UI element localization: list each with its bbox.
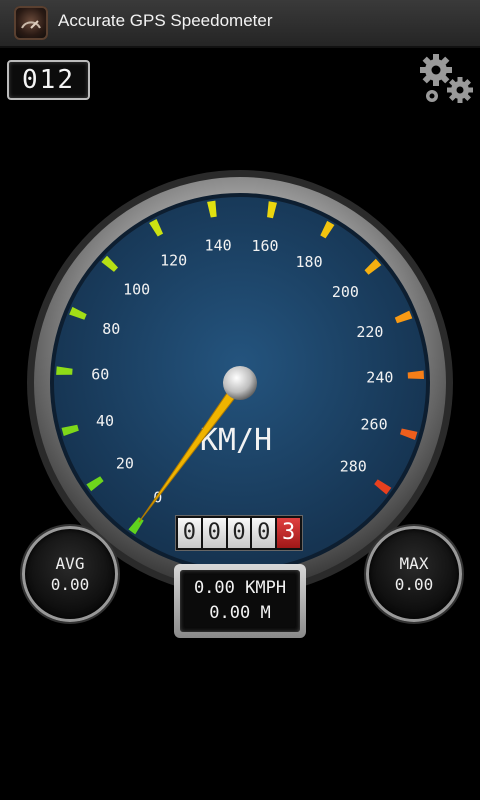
odometer-digit-last: 3 bbox=[277, 518, 300, 548]
current-speed-text: 0.00 KMPH bbox=[193, 578, 287, 598]
satellite-count-value: 012 bbox=[22, 65, 75, 95]
gauge-tick-label: 140 bbox=[205, 237, 232, 255]
gauge-tick-label: 40 bbox=[96, 412, 114, 430]
gears-icon bbox=[420, 54, 473, 103]
gauge-tick-label: 220 bbox=[356, 323, 383, 341]
title-bar: Accurate GPS Speedometer bbox=[0, 0, 480, 48]
needle-hub bbox=[223, 366, 257, 400]
odometer: 0 0 0 0 3 bbox=[175, 515, 303, 551]
gauge-tick-label: 20 bbox=[116, 455, 134, 473]
distance-text: 0.00 M bbox=[209, 603, 271, 623]
app-title: Accurate GPS Speedometer bbox=[58, 11, 273, 30]
odometer-digit: 0 bbox=[178, 518, 201, 548]
max-value: 0.00 bbox=[394, 575, 434, 594]
max-label: MAX bbox=[399, 554, 429, 573]
gauge-tick-label: 200 bbox=[332, 283, 359, 301]
max-speed-dial: MAX 0.00 bbox=[366, 526, 462, 622]
odometer-digit: 0 bbox=[202, 518, 226, 548]
avg-speed-dial: AVG 0.00 bbox=[22, 526, 118, 622]
gauge-tick-label: 100 bbox=[123, 281, 150, 299]
speedometer-app-icon bbox=[14, 6, 48, 40]
gauge-tick-label: 160 bbox=[251, 237, 278, 255]
satellite-count-display: 012 bbox=[7, 60, 90, 100]
gauge-tick-label: 180 bbox=[296, 253, 323, 271]
gauge-tick-label: 280 bbox=[340, 457, 367, 475]
odometer-digit: 0 bbox=[252, 518, 276, 548]
odometer-digit: 0 bbox=[227, 518, 251, 548]
settings-button[interactable] bbox=[416, 52, 476, 108]
gauge-tick-label: 120 bbox=[160, 252, 187, 270]
gauge-tick-label: 60 bbox=[91, 366, 109, 384]
gauge-tick-label: 260 bbox=[361, 415, 388, 433]
gauge-tick-label: 80 bbox=[102, 320, 120, 338]
gauge-tick-label: 240 bbox=[366, 369, 393, 387]
avg-label: AVG bbox=[55, 554, 85, 573]
avg-value: 0.00 bbox=[50, 575, 90, 594]
readout-screen: 0.00 KMPH 0.00 M bbox=[180, 570, 300, 632]
speed-distance-readout: 0.00 KMPH 0.00 M bbox=[174, 564, 306, 638]
